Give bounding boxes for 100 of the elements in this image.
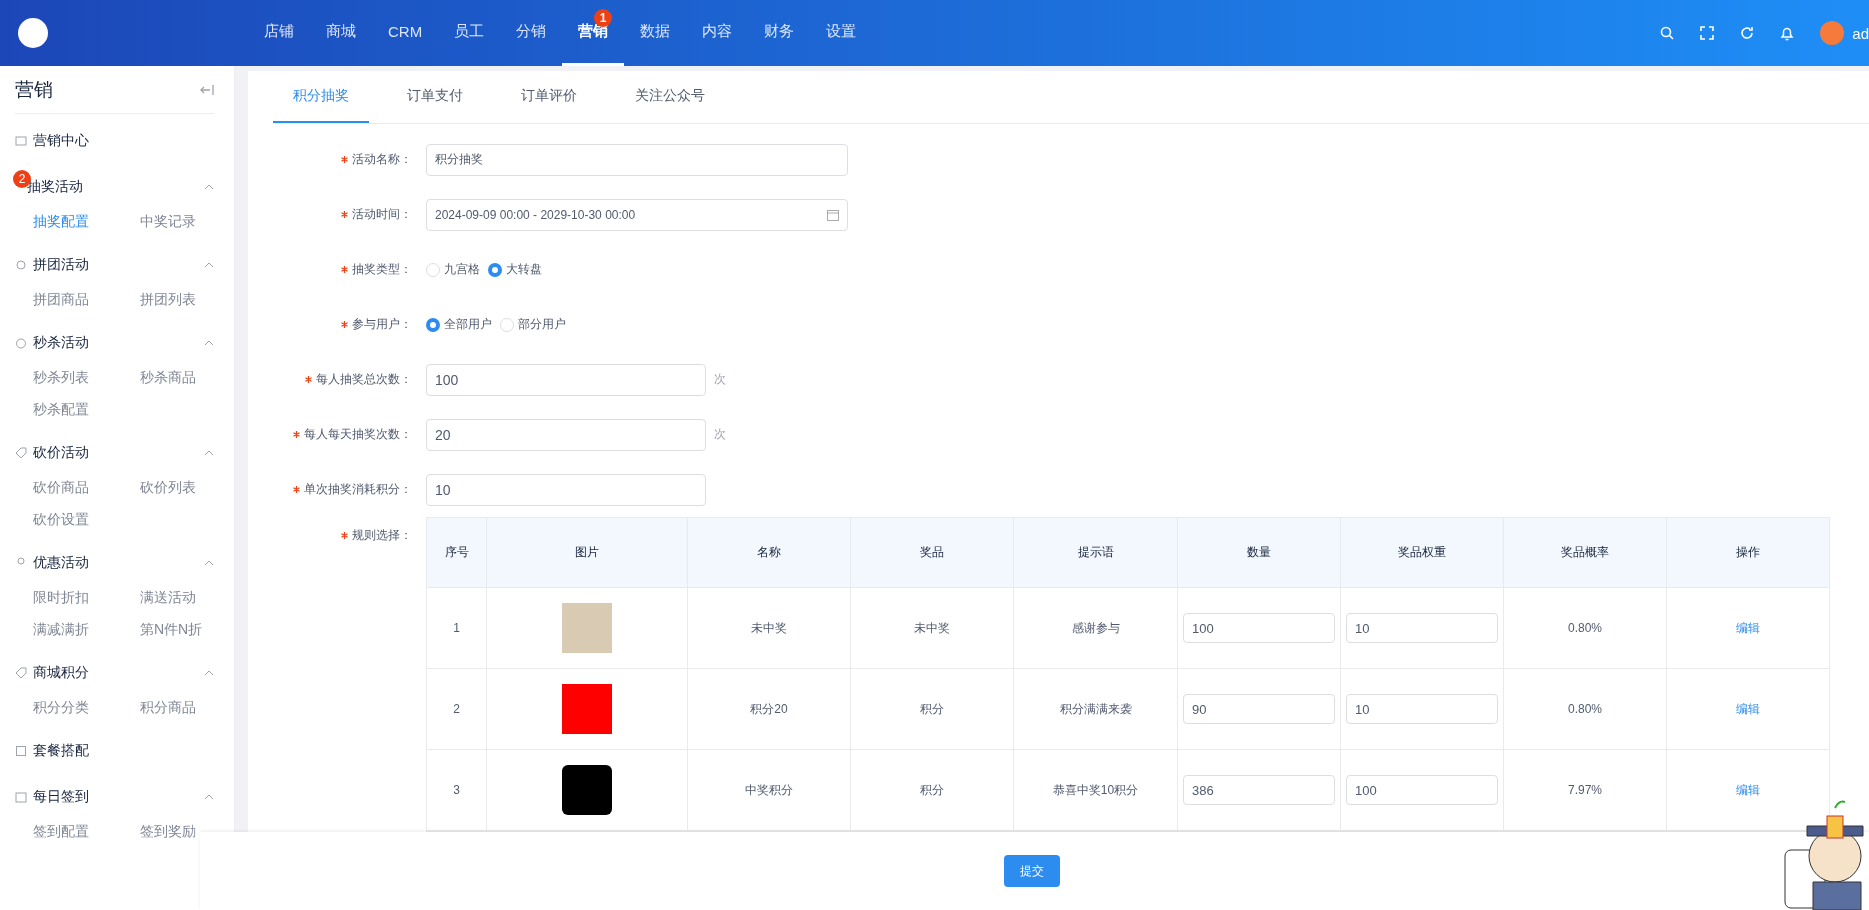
menu-item[interactable]: 签到奖励 [140, 816, 234, 848]
table-cell: 2 [427, 669, 487, 750]
box-icon [15, 745, 27, 757]
user-name[interactable]: ad [1852, 24, 1869, 42]
radio-option[interactable]: 部分用户 [500, 316, 566, 333]
menu-item[interactable]: 满送活动 [140, 582, 234, 614]
number-input[interactable]: 20 [426, 418, 706, 451]
search-icon[interactable] [1660, 26, 1675, 40]
nav-tab[interactable]: 员工 [438, 0, 501, 66]
nav-tab[interactable]: 财务 [748, 0, 811, 66]
collapse-icon[interactable] [200, 83, 214, 96]
menu-group[interactable]: 每日签到 [15, 778, 214, 816]
menu-group[interactable]: 套餐搭配 [15, 732, 214, 770]
menu-item[interactable]: 秒杀商品 [140, 362, 234, 394]
menu-item[interactable]: 积分分类 [33, 692, 140, 724]
menu-item[interactable]: 抽奖配置 [33, 206, 140, 238]
column-header: 提示语 [1014, 518, 1178, 588]
table-cell: 0.80% [1504, 588, 1667, 669]
table-cell: 恭喜中奖10积分 [1014, 750, 1178, 831]
field-label: 每人每天抽奖次数： [273, 426, 426, 443]
menu-group[interactable]: 拼团活动 [15, 246, 214, 284]
menu-item[interactable]: 积分商品 [140, 692, 234, 724]
quantity-input[interactable]: 100 [1183, 613, 1335, 643]
menu-group[interactable]: 商城积分 [15, 654, 214, 692]
logo-image [562, 765, 612, 815]
table-cell: 中奖积分 [688, 750, 851, 831]
quantity-input[interactable]: 386 [1183, 775, 1335, 805]
menu-item[interactable]: 限时折扣 [33, 582, 140, 614]
menu-group[interactable]: 砍价活动 [15, 434, 214, 472]
menu-item[interactable]: 秒杀配置 [33, 394, 140, 426]
menu-item[interactable]: 砍价列表 [140, 472, 234, 504]
column-header: 图片 [487, 518, 688, 588]
sidebar-title: 营销 [15, 77, 53, 102]
field-label: 每人抽奖总次数： [273, 371, 426, 388]
menu-group[interactable]: 营销中心 [15, 122, 214, 160]
menu-item[interactable]: 砍价设置 [33, 504, 140, 536]
weight-input[interactable]: 10 [1346, 694, 1498, 724]
quantity-input[interactable]: 90 [1183, 694, 1335, 724]
table-cell: 1 [427, 588, 487, 669]
table-cell: 未中奖 [688, 588, 851, 669]
radio-button[interactable] [488, 262, 502, 277]
weight-input[interactable]: 100 [1346, 775, 1498, 805]
field-label: 规则选择： [273, 517, 426, 544]
menu-item[interactable]: 满减满折 [33, 614, 140, 646]
edit-link[interactable]: 编辑 [1736, 619, 1760, 637]
nav-tab[interactable]: 分销 [500, 0, 563, 66]
nav-tab[interactable]: 设置 [810, 0, 873, 66]
column-header: 数量 [1178, 518, 1341, 588]
column-header: 奖品概率 [1504, 518, 1667, 588]
table-cell: 3 [427, 750, 487, 831]
text-input[interactable]: 积分抽奖 [426, 143, 848, 176]
menu-group[interactable]: 秒杀活动 [15, 324, 214, 362]
menu-item[interactable]: 中奖记录 [140, 206, 234, 238]
radio-button[interactable] [426, 317, 440, 332]
tag-icon [15, 667, 27, 679]
unit-label: 次 [714, 371, 726, 388]
tab[interactable]: 订单评价 [501, 71, 597, 123]
menu-item[interactable]: 第N件N折 [140, 614, 234, 646]
tag-icon [15, 447, 27, 459]
nav-tab[interactable]: 数据 [624, 0, 687, 66]
table-cell: 未中奖 [851, 588, 1014, 669]
field-label: 抽奖类型： [273, 261, 426, 278]
field-label: 活动名称： [273, 151, 426, 168]
edit-link[interactable]: 编辑 [1736, 781, 1760, 799]
menu-item[interactable]: 砍价商品 [33, 472, 140, 504]
nav-tab[interactable]: 店铺 [248, 0, 310, 66]
tab[interactable]: 订单支付 [387, 71, 483, 123]
bell-icon[interactable] [1780, 25, 1795, 41]
date-range-input[interactable]: 2024-09-09 00:00 - 2029-10-30 00:00 [426, 198, 848, 231]
nav-tab[interactable]: 商城 [310, 0, 372, 66]
fullscreen-icon[interactable] [1700, 26, 1715, 40]
calendar-icon [827, 208, 839, 221]
tab[interactable]: 积分抽奖 [273, 71, 369, 123]
calendar-icon [15, 791, 27, 803]
menu-group[interactable]: 优惠活动 [15, 544, 214, 582]
number-input[interactable]: 100 [426, 363, 706, 396]
nav-tab[interactable]: CRM [372, 0, 439, 66]
radio-option[interactable]: 大转盘 [488, 261, 542, 278]
radio-option[interactable]: 全部用户 [426, 316, 492, 333]
photo-placeholder [562, 603, 612, 653]
column-header: 序号 [427, 518, 487, 588]
table-cell: 感谢参与 [1014, 588, 1178, 669]
field-label: 活动时间： [273, 206, 426, 223]
menu-item[interactable]: 拼团列表 [140, 284, 234, 316]
number-input[interactable]: 10 [426, 473, 706, 506]
edit-link[interactable]: 编辑 [1736, 700, 1760, 718]
tab[interactable]: 关注公众号 [615, 71, 725, 123]
menu-item[interactable]: 秒杀列表 [33, 362, 140, 394]
refresh-icon[interactable] [1740, 26, 1755, 40]
table-cell: 积分满满来袭 [1014, 669, 1178, 750]
weight-input[interactable]: 10 [1346, 613, 1498, 643]
radio-option[interactable]: 九宫格 [426, 261, 480, 278]
submit-button[interactable]: 提交 [1003, 855, 1060, 887]
menu-item[interactable]: 签到配置 [33, 816, 140, 848]
nav-tab[interactable]: 内容 [686, 0, 749, 66]
column-header: 奖品 [851, 518, 1014, 588]
menu-item[interactable]: 拼团商品 [33, 284, 140, 316]
logo-image [562, 684, 612, 734]
column-header: 名称 [688, 518, 851, 588]
table-cell: 积分 [851, 750, 1014, 831]
